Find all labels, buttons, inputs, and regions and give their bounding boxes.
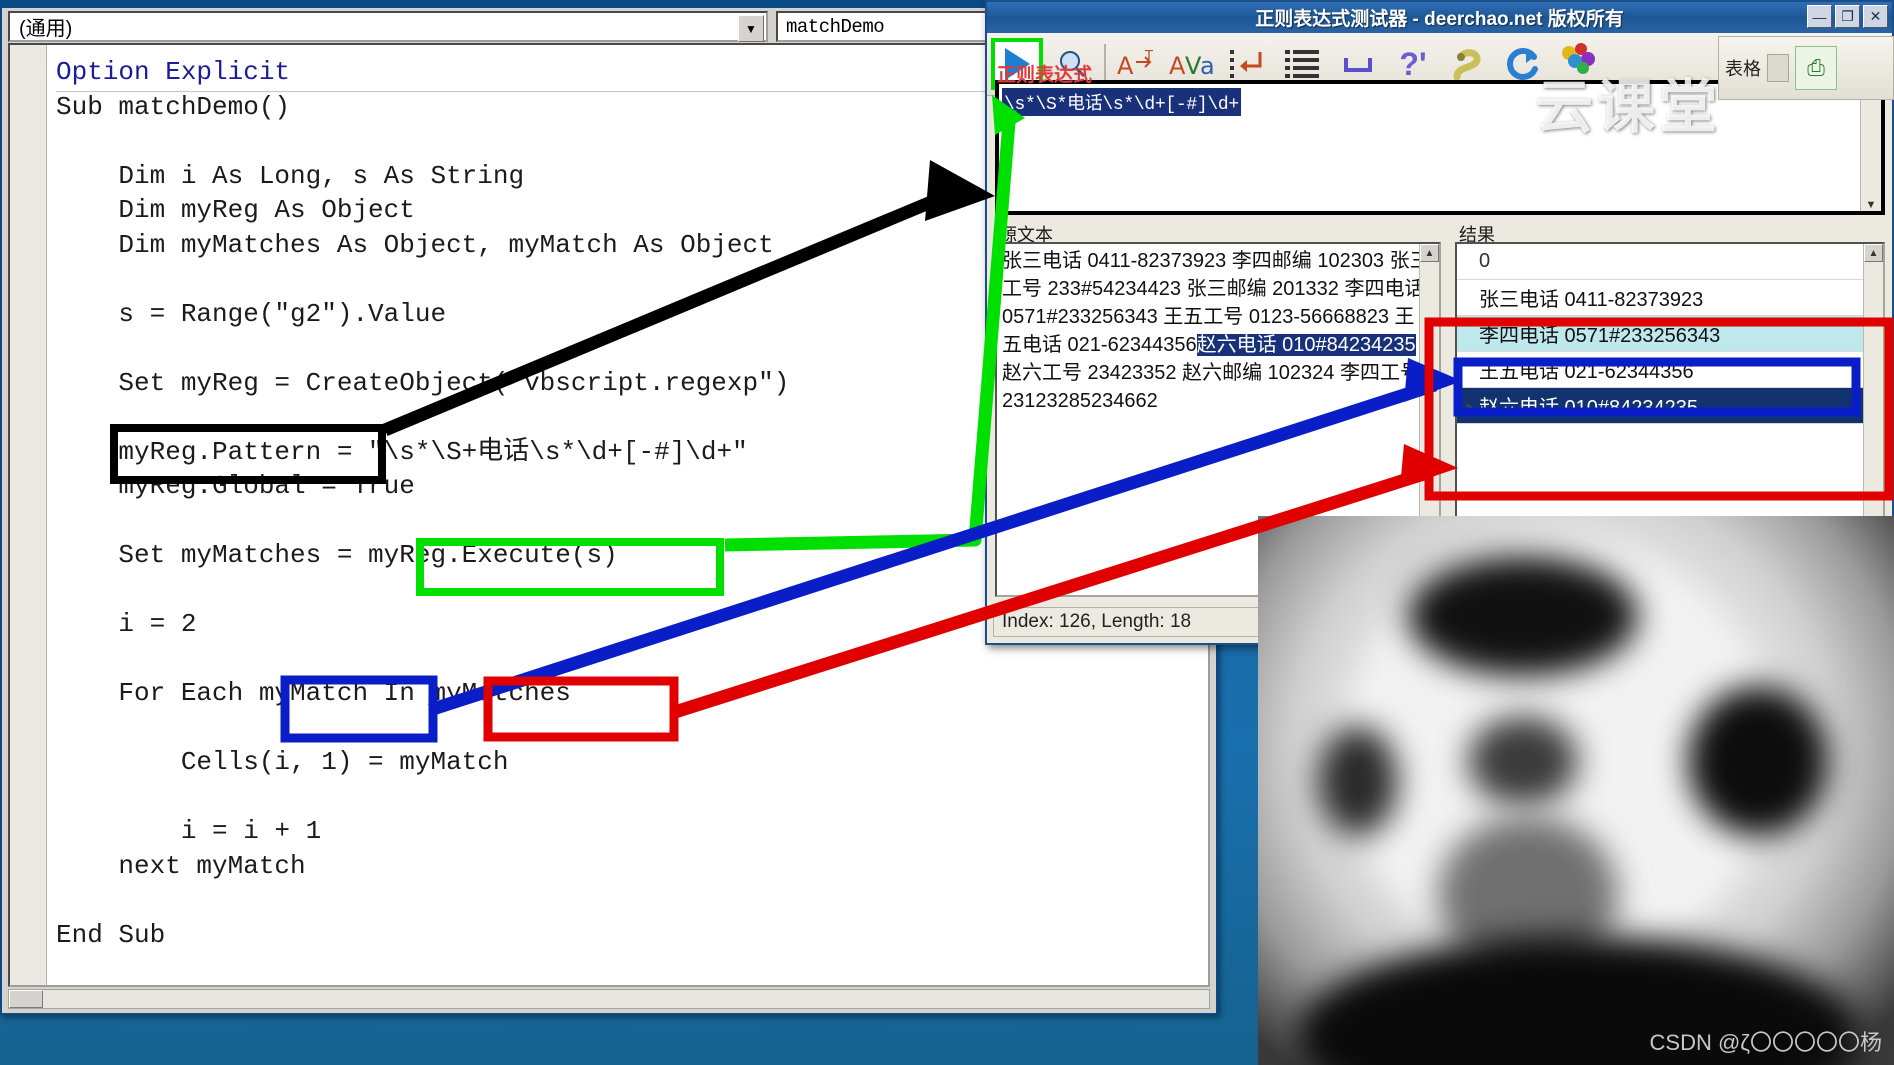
row-marker: ▸ bbox=[1466, 397, 1474, 413]
photo-ear-blob bbox=[1318, 726, 1398, 836]
table-row[interactable]: 李四电话 0571#233256343 bbox=[1457, 316, 1883, 352]
svg-text:A: A bbox=[1169, 52, 1186, 80]
regex-tester-titlebar: 正则表达式测试器 - deerchao.net 版权所有 — ❐ ✕ bbox=[987, 2, 1892, 33]
table-row[interactable]: 张三电话 0411-82373923 bbox=[1457, 280, 1883, 316]
scrollbar-thumb[interactable] bbox=[9, 990, 43, 1008]
result-header-row: 0 bbox=[1457, 244, 1883, 280]
table-row[interactable]: ▸ 赵六电话 010#84234235 bbox=[1457, 388, 1883, 424]
source-text-after: 赵六工号 23423352 赵六邮编 102324 李四工号 231232852… bbox=[1002, 362, 1420, 412]
scroll-down-icon[interactable]: ▼ bbox=[1866, 199, 1877, 211]
dropdown-box-icon[interactable] bbox=[1767, 54, 1789, 82]
maximize-button[interactable]: ❐ bbox=[1835, 5, 1860, 28]
horizontal-scrollbar[interactable] bbox=[8, 989, 1210, 1009]
source-text-highlight: 赵六电话 010#84234235 bbox=[1196, 334, 1416, 356]
code-line: i = i + 1 bbox=[56, 816, 322, 846]
chevron-down-icon[interactable]: ▼ bbox=[738, 15, 764, 42]
svg-text:T: T bbox=[1144, 49, 1153, 64]
code-line: next myMatch bbox=[56, 850, 306, 881]
object-combo[interactable]: (通用) ▼ bbox=[8, 11, 768, 42]
regex-field-label: 正则表达式 bbox=[997, 65, 1093, 86]
code-gutter bbox=[10, 45, 47, 985]
object-combo-value: (通用) bbox=[19, 18, 73, 40]
close-button[interactable]: ✕ bbox=[1863, 5, 1888, 28]
color-text-icon: A V a bbox=[1169, 52, 1215, 80]
photo-overlay bbox=[1258, 516, 1894, 1065]
a-to-t-icon: A T bbox=[1117, 49, 1153, 80]
result-header-text: 0 bbox=[1479, 250, 1491, 272]
list-icon bbox=[1285, 50, 1319, 78]
regex-input[interactable]: \s*\S*电话\s*\d+[-#]\d+ ▲▼ bbox=[995, 80, 1885, 215]
scroll-up-icon[interactable]: ▲ bbox=[1420, 244, 1439, 262]
yunketang-watermark: 云课堂 bbox=[1535, 73, 1722, 141]
procedure-combo-value: matchDemo bbox=[786, 15, 885, 38]
regex-tester-title: 正则表达式测试器 - deerchao.net 版权所有 bbox=[1255, 9, 1624, 30]
csdn-watermark: CSDN @ζ〇〇〇〇〇杨 bbox=[1649, 1030, 1882, 1055]
space-icon bbox=[1344, 58, 1372, 72]
result-row-text: 张三电话 0411-82373923 bbox=[1479, 289, 1704, 311]
window-controls: — ❐ ✕ bbox=[1807, 5, 1888, 28]
export-icon[interactable]: ⎙ bbox=[1795, 46, 1837, 90]
snake-icon bbox=[1453, 49, 1481, 81]
status-text: Index: 126, Length: 18 bbox=[1002, 611, 1192, 632]
source-text-content: 张三电话 0411-82373923 李四邮编 102303 张三工号 233#… bbox=[997, 244, 1439, 418]
result-row-text: 赵六电话 010#84234235 bbox=[1479, 397, 1699, 419]
toolbar-separator bbox=[1104, 44, 1106, 84]
code-line: End Sub bbox=[56, 919, 166, 950]
table-row[interactable]: 王五电话 021-62344356 bbox=[1457, 352, 1883, 388]
regex-input-value: \s*\S*电话\s*\d+[-#]\d+ bbox=[1002, 88, 1241, 116]
svg-text:A: A bbox=[1117, 52, 1134, 80]
minimize-button[interactable]: — bbox=[1807, 5, 1832, 28]
regex-input-scrollbar[interactable]: ▲▼ bbox=[1860, 84, 1881, 211]
code-line: Cells(i, 1) = myMatch bbox=[56, 747, 509, 777]
scroll-up-icon[interactable]: ▲ bbox=[1864, 244, 1883, 262]
result-row-text: 王五电话 021-62344356 bbox=[1479, 361, 1694, 383]
combo-separator bbox=[768, 11, 776, 42]
question-mark-icon: ?' bbox=[1399, 45, 1427, 82]
wrap-arrow-icon bbox=[1230, 50, 1262, 78]
photo-hand-blob bbox=[1688, 686, 1828, 836]
excel-ribbon-fragment: 表格 ⎙ bbox=[1718, 36, 1894, 100]
code-line: For Each myMatch In myMatches bbox=[56, 678, 571, 708]
photo-hair-blob bbox=[1408, 556, 1638, 676]
excel-table-label: 表格 bbox=[1725, 59, 1761, 79]
result-row-text: 李四电话 0571#233256343 bbox=[1479, 325, 1721, 347]
svg-text:a: a bbox=[1200, 52, 1215, 80]
photo-face-blob bbox=[1468, 716, 1578, 806]
